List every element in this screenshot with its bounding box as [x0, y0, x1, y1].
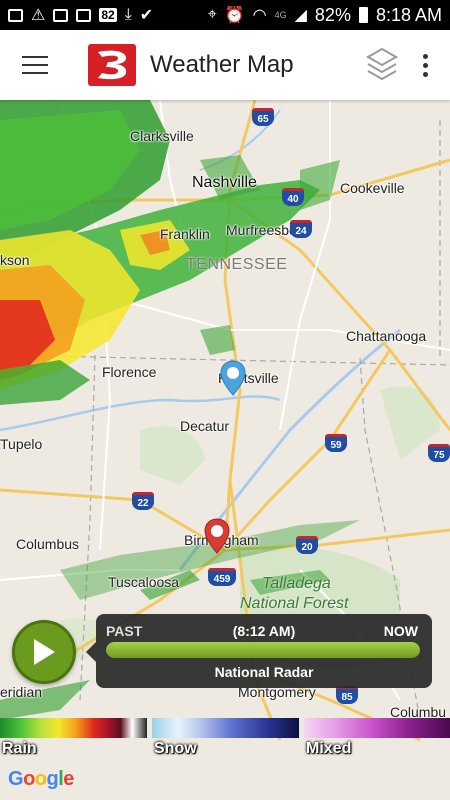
city-label: eridian — [0, 684, 43, 700]
layers-icon — [365, 47, 399, 81]
city-label: Clarksville — [130, 128, 194, 144]
google-logo: Google — [8, 768, 74, 791]
clock: 8:18 AM — [375, 4, 442, 25]
gmail-icon — [8, 8, 23, 22]
interstate-shield: 85 — [336, 686, 358, 704]
city-label: Chattanooga — [346, 328, 427, 344]
app-logo — [88, 44, 136, 86]
timeline-slider[interactable] — [106, 642, 420, 658]
warning-icon: ⚠ — [31, 7, 46, 24]
city-label: Florence — [102, 364, 157, 380]
city-label: Nashville — [192, 174, 257, 191]
wifi-icon: ◠ — [252, 7, 267, 24]
city-label: Cookeville — [340, 180, 405, 196]
check-icon: ✔ — [139, 7, 154, 24]
interstate-shield: 65 — [252, 108, 274, 126]
more-dot — [422, 53, 428, 59]
interstate-shield: 24 — [290, 220, 312, 238]
forest-label-line2: National Forest — [240, 595, 349, 612]
help-icon — [53, 8, 69, 22]
timeline-now-label: NOW — [383, 623, 418, 639]
forest-label-line1: Talladega — [262, 575, 331, 592]
google-attribution-text: Google — [8, 768, 74, 790]
battery-icon — [358, 7, 368, 23]
interstate-shield: 75 — [428, 444, 450, 462]
layers-button[interactable] — [358, 41, 406, 89]
download-icon: ⤓ — [124, 6, 132, 23]
timeline-progress-fill — [106, 642, 420, 658]
interstate-shield: 20 — [296, 536, 318, 554]
map-canvas — [0, 100, 450, 800]
legend-rain-label: Rain — [2, 740, 37, 757]
menu-button[interactable] — [0, 30, 70, 100]
city-label: Franklin — [160, 226, 210, 242]
legend-mixed-label: Mixed — [306, 740, 352, 757]
city-label: kson — [0, 252, 30, 268]
location-icon: ⌖ — [207, 6, 217, 23]
google-letter: o — [34, 768, 47, 790]
battery-percent: 82% — [314, 4, 351, 25]
rain-color-scale — [0, 718, 147, 738]
google-letter: G — [8, 768, 24, 790]
menu-icon-line — [22, 64, 48, 66]
legend-snow: Snow — [152, 718, 299, 764]
location-pin-red[interactable] — [204, 518, 230, 554]
city-label: Columbus — [16, 536, 80, 552]
more-dot — [422, 71, 428, 77]
timeline-caret — [86, 642, 96, 662]
google-letter: g — [46, 768, 59, 790]
network-type: 4G — [274, 10, 287, 20]
menu-icon-line — [22, 56, 48, 58]
precip-legend: Rain Snow Mixed — [0, 718, 450, 764]
legend-mixed: Mixed — [304, 718, 450, 764]
interstate-shield: 459 — [208, 568, 236, 586]
page-title: Weather Map — [150, 51, 294, 78]
alarm-icon: ⏰ — [224, 7, 245, 24]
status-bar: ⚠ 82 ⤓ ✔ ⌖ ⏰ ◠ 4G ◢ 82% 8:18 AM — [0, 0, 450, 30]
image-icon — [76, 8, 92, 22]
location-pin-blue[interactable] — [220, 360, 246, 396]
notification-count-badge: 82 — [99, 8, 117, 22]
logo-mark — [98, 50, 127, 80]
overflow-menu-button[interactable] — [410, 41, 440, 89]
google-letter: o — [23, 768, 35, 790]
more-dot — [422, 62, 428, 68]
play-animation-button[interactable] — [12, 620, 76, 684]
legend-rain: Rain — [0, 718, 147, 764]
radar-timeline: (8:12 AM) PAST NOW National Radar — [86, 614, 432, 688]
interstate-shield: 40 — [282, 188, 304, 206]
radar-layer-name: National Radar — [214, 664, 314, 680]
weather-map[interactable]: TENNESSEE Talladega National Forest Clar… — [0, 100, 450, 800]
city-label: Tupelo — [0, 436, 43, 452]
timeline-past-label: PAST — [106, 623, 143, 639]
city-label: Decatur — [180, 418, 230, 434]
menu-icon-line — [22, 72, 48, 74]
city-label: Tuscaloosa — [108, 574, 180, 590]
signal-icon: ◢ — [294, 7, 307, 24]
state-label: TENNESSEE — [186, 256, 288, 273]
interstate-shield: 59 — [325, 434, 347, 452]
snow-color-scale — [152, 718, 299, 738]
app-bar: Weather Map — [0, 30, 450, 100]
legend-snow-label: Snow — [154, 740, 197, 757]
mixed-color-scale — [304, 718, 450, 738]
timeline-time: (8:12 AM) — [232, 623, 296, 639]
google-letter: e — [63, 768, 74, 790]
screen: ⚠ 82 ⤓ ✔ ⌖ ⏰ ◠ 4G ◢ 82% 8:18 AM Weather … — [0, 0, 450, 800]
interstate-shield: 22 — [132, 492, 154, 510]
play-icon — [34, 639, 55, 665]
